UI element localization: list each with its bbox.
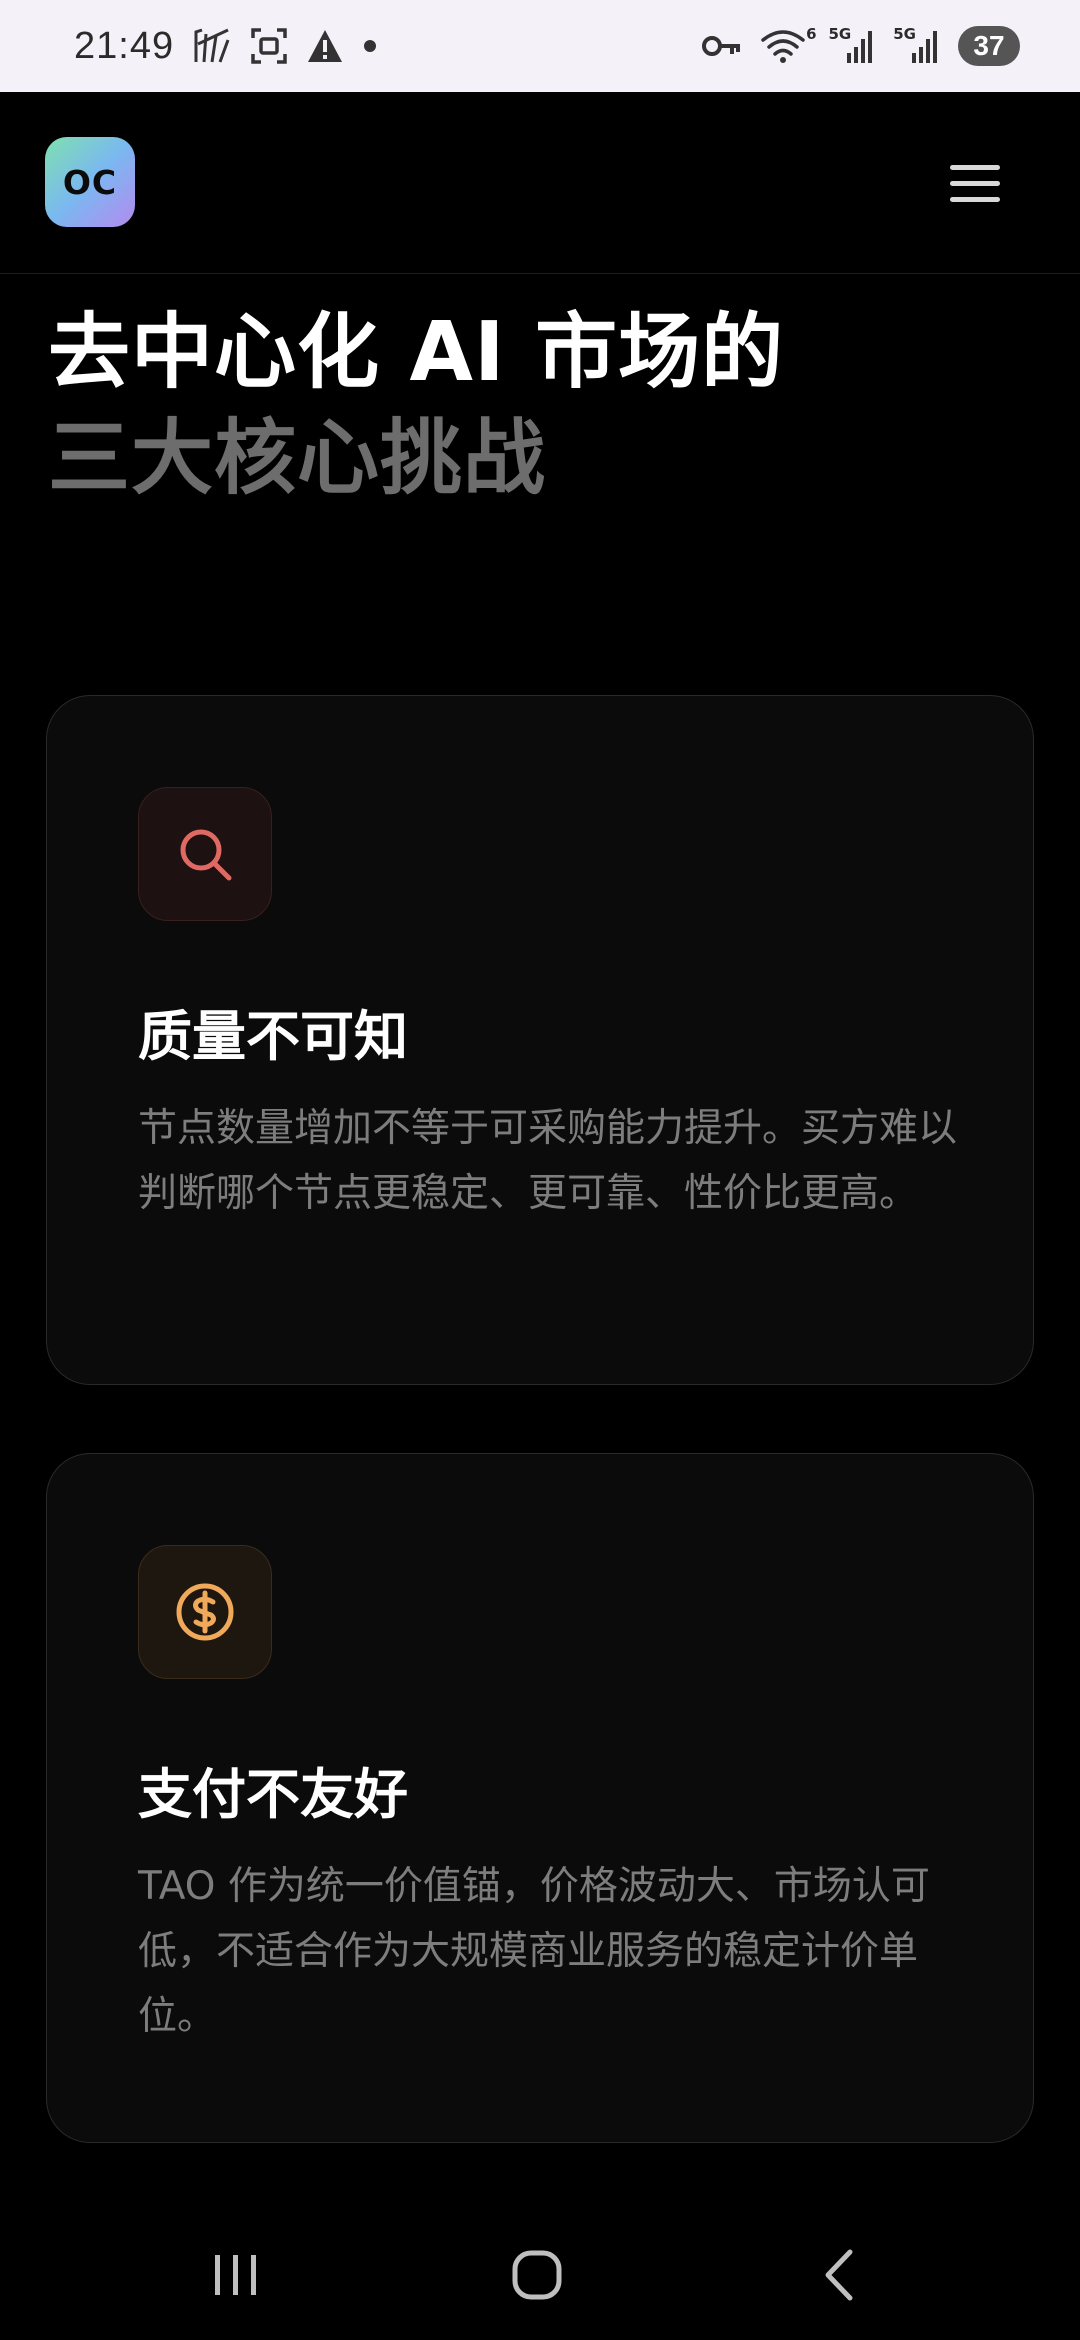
page-title-line1: 去中心化 AI 市场的 xyxy=(48,305,785,400)
recent-apps-icon[interactable] xyxy=(196,2240,276,2310)
status-bar-right: 6 5G 5G 37 xyxy=(702,25,1020,66)
dollar-circle-icon xyxy=(138,1545,272,1679)
status-bar-left: 21:49 xyxy=(74,25,378,68)
battery-indicator: 37 xyxy=(958,26,1020,66)
challenge-card-quality: 质量不可知 节点数量增加不等于可采购能力提升。买方难以判断哪个节点更稳定、更可靠… xyxy=(46,695,1034,1385)
page-title: 去中心化 AI 市场的 三大核心挑战 xyxy=(48,300,784,512)
system-nav-bar xyxy=(0,2200,1080,2340)
signal-icon-1: 5G xyxy=(829,25,876,63)
page-title-line2: 三大核心挑战 xyxy=(48,411,547,506)
nfc-pattern-icon xyxy=(192,26,232,66)
network-type-2: 5G xyxy=(893,25,916,43)
card-title: 支付不友好 xyxy=(138,1763,408,1826)
vpn-key-icon xyxy=(702,33,742,59)
notification-dot-icon xyxy=(362,38,378,54)
network-type-1: 5G xyxy=(828,25,852,43)
card-description: 节点数量增加不等于可采购能力提升。买方难以判断哪个节点更稳定、更可靠、性价比更高… xyxy=(138,1106,958,1216)
hamburger-menu-icon[interactable] xyxy=(950,154,1008,212)
challenge-card-payment: 支付不友好 TAO 作为统一价值锚，价格波动大、市场认可低，不适合作为大规模商业… xyxy=(46,1453,1034,2143)
warning-icon xyxy=(306,28,344,64)
home-icon[interactable] xyxy=(497,2240,577,2310)
screenshot-icon xyxy=(250,27,288,65)
back-icon[interactable] xyxy=(800,2240,880,2310)
status-bar: 21:49 6 5G 5G 37 xyxy=(0,0,1080,92)
search-icon xyxy=(138,787,272,921)
card-description: TAO 作为统一价值锚，价格波动大、市场认可低，不适合作为大规模商业服务的稳定计… xyxy=(138,1864,930,2039)
signal-icon-2: 5G xyxy=(893,25,940,63)
app-logo[interactable]: OC xyxy=(45,137,135,227)
wifi-label: 6 xyxy=(806,25,817,43)
status-time: 21:49 xyxy=(74,24,175,67)
app-header: OC xyxy=(0,92,1080,274)
wifi-icon: 6 xyxy=(760,25,817,64)
card-title: 质量不可知 xyxy=(138,1005,408,1068)
